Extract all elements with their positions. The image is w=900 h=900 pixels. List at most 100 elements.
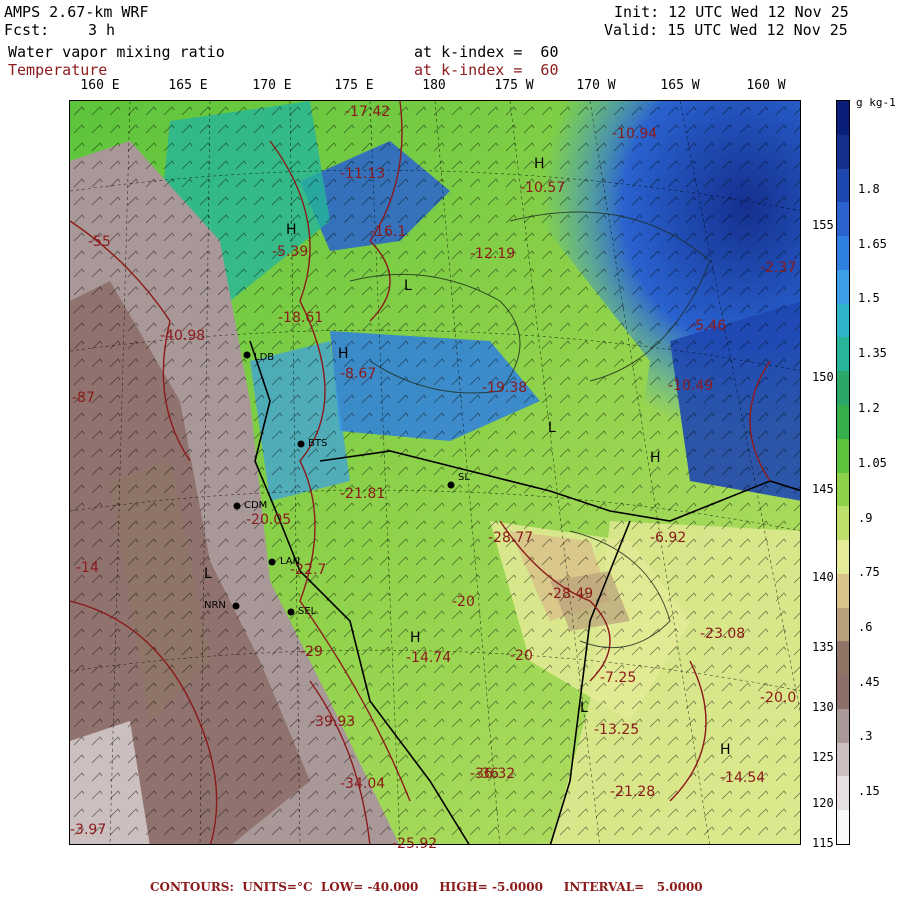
contour-label: -10.57: [520, 180, 566, 196]
lat-label: 140: [812, 570, 834, 584]
colorbar-units: g kg-1: [856, 96, 896, 109]
lon-label: 175 W: [494, 78, 534, 93]
lon-label: 170 E: [252, 78, 292, 93]
contour-label: -28.77: [488, 530, 534, 546]
contour-label: -21.28: [610, 784, 656, 800]
contour-label: -13.25: [594, 722, 640, 738]
colorbar-segment: [837, 540, 849, 575]
model-title: AMPS 2.67-km WRF: [4, 3, 149, 21]
lon-label: 160 E: [80, 78, 120, 93]
colorbar-label: 1.05: [858, 456, 887, 470]
colorbar-label: 1.2: [858, 401, 880, 415]
lat-label: 145: [812, 482, 834, 496]
contour-label: -10.49: [668, 378, 714, 394]
lon-label: 170 W: [576, 78, 616, 93]
city-marker: [287, 608, 295, 616]
lon-label: 160 W: [746, 78, 786, 93]
contour-label: -21.81: [340, 486, 386, 502]
pressure-center-label: H: [410, 630, 421, 646]
contour-label: -40.98: [160, 328, 206, 344]
city-label: SEL: [298, 606, 317, 617]
contour-label: -10.94: [612, 126, 658, 142]
city-label: LDB: [254, 352, 275, 363]
pressure-center-label: H: [650, 450, 661, 466]
colorbar-segment: [837, 371, 849, 406]
colorbar-segment: [837, 101, 849, 136]
lat-label: 125: [812, 750, 834, 764]
forecast-value: 3 h: [88, 21, 116, 39]
city-marker: [297, 440, 305, 448]
contour-label: -19.38: [482, 380, 528, 396]
lat-label: 135: [812, 640, 834, 654]
forecast-label: Fcst:: [4, 21, 50, 39]
city-marker: [447, 481, 455, 489]
lat-label: 150: [812, 370, 834, 384]
field-1-level: at k-index = 60: [414, 43, 559, 61]
colorbar-label: 1.8: [858, 182, 880, 196]
colorbar-label: .6: [858, 620, 873, 634]
contour-label: -20: [510, 648, 533, 664]
init-time: Init: 12 UTC Wed 12 Nov 25: [614, 3, 849, 21]
lat-label: 155: [812, 218, 834, 232]
contour-label: -25.92: [392, 836, 438, 852]
lon-label: 180: [422, 78, 446, 93]
field-2-level: at k-index = 60: [414, 61, 559, 79]
contour-label: -23.08: [700, 626, 746, 642]
contour-label: -16.1: [370, 224, 407, 240]
contour-label: -11.13: [340, 166, 386, 182]
colorbar-label: .15: [858, 784, 880, 798]
colorbar-segment: [837, 472, 849, 507]
colorbar-label: .75: [858, 565, 880, 579]
colorbar-label: 1.5: [858, 291, 880, 305]
valid-time: Valid: 15 UTC Wed 12 Nov 25: [604, 21, 848, 39]
map-panel: [69, 100, 801, 845]
contour-label: -34.04: [340, 776, 386, 792]
colorbar-label: .3: [858, 729, 873, 743]
city-marker: [232, 602, 240, 610]
colorbar-segment: [837, 742, 849, 777]
city-marker: [268, 558, 276, 566]
city-label: CDM: [244, 500, 268, 511]
contour-label: -87: [72, 390, 95, 406]
colorbar-segment: [837, 810, 849, 845]
pressure-center-label: L: [204, 566, 212, 582]
pressure-center-label: H: [338, 346, 349, 362]
city-label: NRN: [204, 600, 226, 611]
field-2-name: Temperature: [8, 61, 108, 79]
pressure-center-label: L: [404, 278, 412, 294]
pressure-center-label: H: [286, 222, 297, 238]
city-label: BTS: [308, 438, 328, 449]
colorbar-segment: [837, 202, 849, 237]
lat-label: 120: [812, 796, 834, 810]
map-field: [70, 101, 800, 844]
contour-label: -39.93: [310, 714, 356, 730]
colorbar-label: 1.35: [858, 346, 887, 360]
contour-label: -5.39: [272, 244, 309, 260]
contour-label: -17.42: [345, 104, 391, 120]
colorbar-segment: [837, 708, 849, 744]
colorbar-label: 1.65: [858, 237, 887, 251]
colorbar-segment: [837, 641, 849, 676]
colorbar-segment: [837, 607, 849, 642]
colorbar-segment: [837, 404, 849, 440]
colorbar-segment: [837, 236, 849, 271]
pressure-center-label: L: [580, 700, 588, 716]
contour-label: -20: [452, 594, 475, 610]
contour-label: -36: [476, 766, 499, 782]
colorbar-label: .9: [858, 511, 873, 525]
city-label: SL: [458, 472, 470, 483]
colorbar-segment: [837, 776, 849, 811]
colorbar-segment: [837, 337, 849, 372]
contour-label: -8.67: [340, 366, 377, 382]
city-label: LAN: [280, 556, 301, 567]
pressure-center-label: H: [720, 742, 731, 758]
contour-label: -14.54: [720, 770, 766, 786]
lat-label: 115: [812, 836, 834, 850]
colorbar-segment: [837, 438, 849, 473]
contour-label: -28.49: [548, 586, 594, 602]
colorbar-segment: [837, 269, 849, 305]
field-1-name: Water vapor mixing ratio: [8, 43, 225, 61]
contour-label: -55: [88, 234, 111, 250]
colorbar-segment: [837, 303, 849, 338]
contour-label: -14.74: [406, 650, 452, 666]
